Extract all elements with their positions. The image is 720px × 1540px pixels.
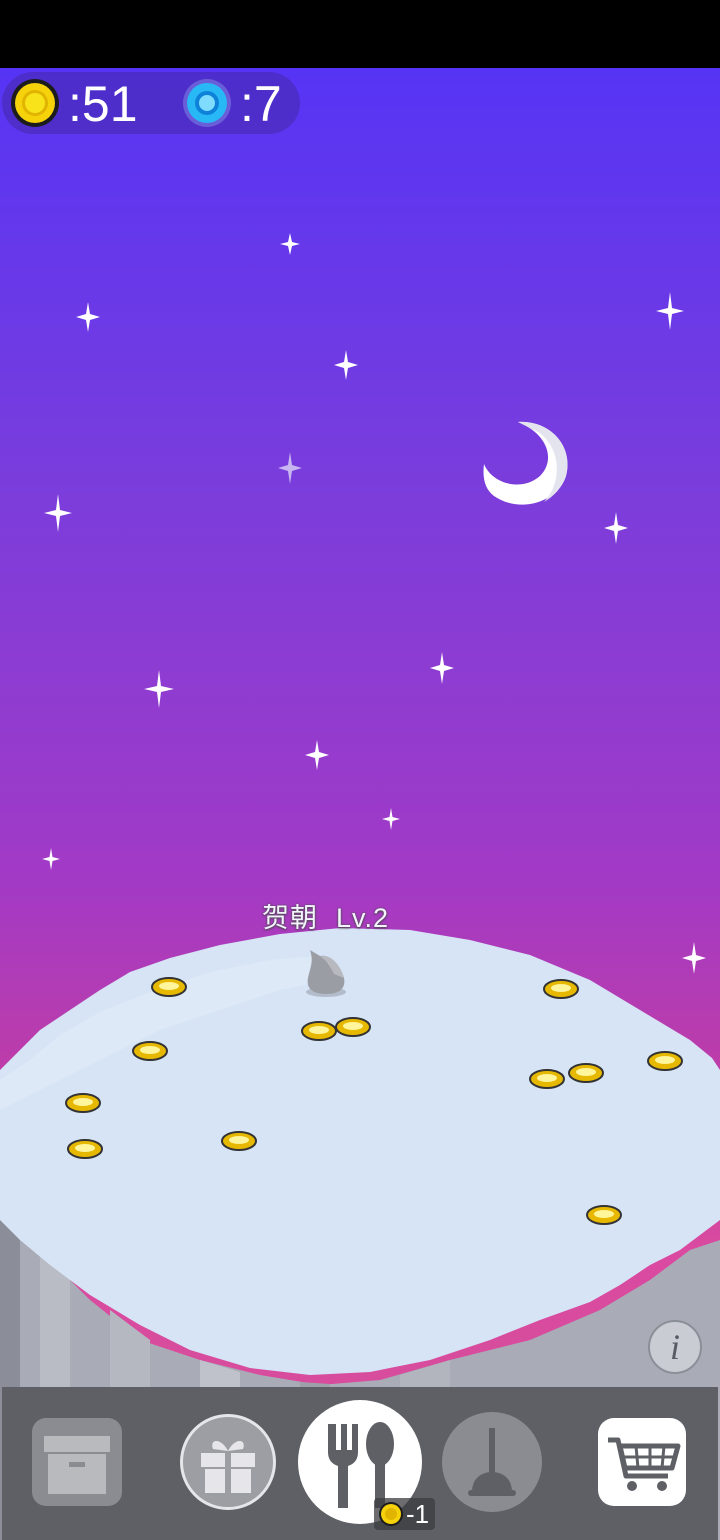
gold-ring-icon[interactable] [66,1138,104,1160]
gold-ring-icon[interactable] [300,1020,338,1042]
star-icon [430,652,454,684]
gold-ring-icon[interactable] [528,1068,566,1090]
pet-rock-character[interactable] [300,944,350,998]
star-icon [382,808,400,830]
gift-icon [201,1441,255,1493]
gold-ring-icon[interactable] [220,1130,258,1152]
star-icon [280,233,300,255]
info-button[interactable]: i [648,1320,702,1374]
star-icon [144,670,174,708]
star-icon [604,512,628,544]
pet-name: 贺朝 [262,903,318,933]
gem-count: :7 [240,76,282,132]
gold-ring-icon[interactable] [150,976,188,998]
plunger-icon [468,1428,516,1496]
gold-ring-icon[interactable] [542,978,580,1000]
info-icon: i [669,1327,680,1367]
gold-ring-icon[interactable] [64,1092,102,1114]
clean-button[interactable] [442,1412,542,1512]
gold-ring-icon[interactable] [585,1204,623,1226]
star-icon [76,302,100,332]
gold-ring-icon[interactable] [567,1062,605,1084]
star-icon [656,292,684,330]
gold-ring-icon[interactable] [646,1050,684,1072]
pet-name-label: 贺朝 Lv.2 [262,896,389,935]
gold-coin-icon [11,79,59,127]
currency-hud: :51 :7 [2,72,300,134]
gold-ring-icon[interactable] [131,1040,169,1062]
food-cost-badge: -1 [374,1498,436,1530]
coin-count: :51 [68,76,138,132]
star-icon [44,494,72,532]
status-bar [0,0,720,68]
food-cost-value: -1 [406,1499,430,1529]
star-icon [305,740,329,770]
pet-level: Lv.2 [336,903,390,933]
star-icon [334,350,358,380]
star-icon [42,848,60,870]
shopping-cart-icon [608,1437,681,1491]
storage-box-icon [44,1436,110,1494]
shop-button[interactable] [598,1418,686,1506]
storage-button[interactable] [32,1418,122,1506]
gold-coin-icon [379,1502,403,1526]
crescent-moon-icon [483,421,568,505]
blue-gem-icon [183,79,231,127]
gift-button[interactable] [180,1414,276,1510]
gold-ring-icon[interactable] [334,1016,372,1038]
star-icon [278,452,302,484]
